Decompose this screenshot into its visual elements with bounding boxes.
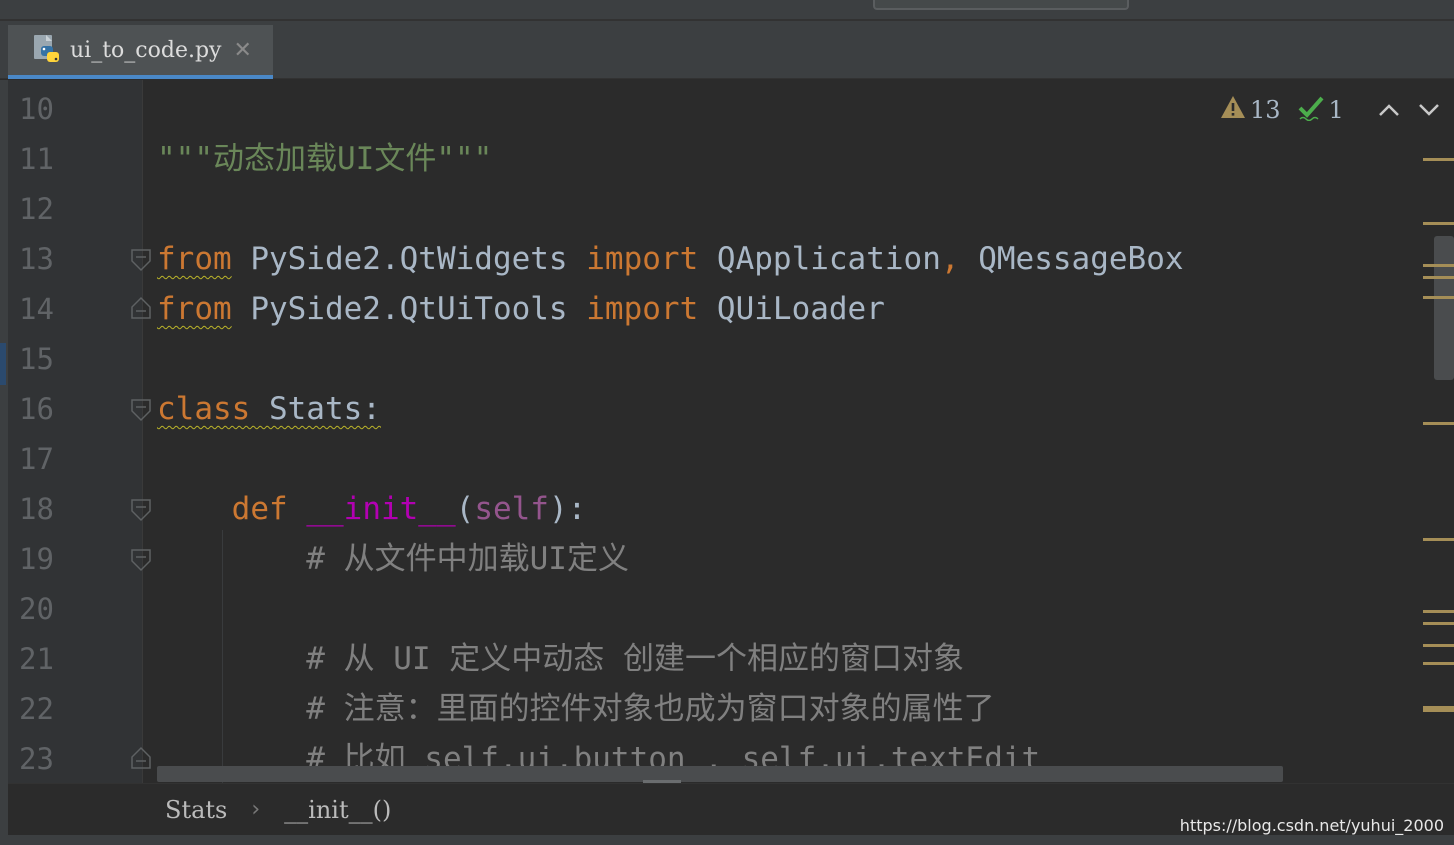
code-token: self [474, 491, 549, 527]
code-token: from [157, 241, 232, 277]
warning-count: 13 [1250, 96, 1281, 124]
line-number: 20 [19, 592, 54, 626]
warning-stripe[interactable] [1423, 422, 1454, 425]
code-line[interactable]: from PySide2.QtUiTools import QUiLoader [157, 284, 885, 334]
code-token: QUiLoader [698, 291, 885, 327]
code-token: import [586, 241, 699, 277]
breadcrumb-item-class[interactable]: Stats [165, 796, 227, 824]
title-strip [0, 0, 1454, 20]
code-token: __init__ [306, 491, 456, 527]
code-line[interactable]: def __init__(self): [157, 484, 587, 534]
inspection-widget[interactable]: 13 1 [1220, 94, 1440, 126]
warning-stripe[interactable] [1423, 296, 1454, 299]
code-line[interactable]: class Stats: [157, 384, 381, 434]
code-token: PySide2.QtUiTools [231, 291, 587, 327]
tab-ui-to-code[interactable]: ui_to_code.py ✕ [8, 25, 273, 79]
warning-stripe[interactable] [1423, 158, 1454, 161]
status-strip [0, 835, 1454, 845]
fold-start-icon[interactable] [130, 498, 152, 522]
code-token: # 注意：里面的控件对象也成为窗口对象的属性了 [157, 691, 995, 727]
chevron-down-icon[interactable] [1418, 96, 1440, 124]
warning-stripe[interactable] [1423, 622, 1454, 625]
left-tool-strip [0, 80, 8, 845]
code-line[interactable]: # 从 UI 定义中动态 创建一个相应的窗口对象 [157, 634, 964, 684]
code-token: Stats: [268, 391, 381, 427]
search-everywhere-field[interactable] [873, 0, 1129, 10]
editor-tab-bar: ui_to_code.py ✕ [0, 21, 1454, 79]
line-number: 21 [19, 642, 54, 676]
code-token: # 从文件中加载UI定义 [157, 541, 629, 577]
warning-stripe[interactable] [1423, 222, 1454, 225]
line-number: 14 [19, 292, 54, 326]
watermark-url: https://blog.csdn.net/yuhui_2000 [1179, 816, 1444, 835]
warning-stripe[interactable] [1423, 538, 1454, 541]
python-file-icon [32, 34, 64, 66]
code-token: """动态加载UI文件""" [157, 141, 493, 177]
code-token: QApplication [698, 241, 941, 277]
horizontal-scrollbar[interactable] [157, 766, 1283, 782]
code-line[interactable]: from PySide2.QtWidgets import QApplicati… [157, 234, 1184, 284]
warning-stripe[interactable] [1423, 644, 1454, 647]
line-number: 11 [19, 142, 54, 176]
vertical-scrollbar-thumb[interactable] [1434, 236, 1454, 380]
line-number: 12 [19, 192, 54, 226]
code-token: # 从 UI 定义中动态 创建一个相应的窗口对象 [157, 641, 964, 677]
breadcrumb-separator: › [251, 797, 261, 822]
warning-stripe[interactable] [1423, 276, 1454, 279]
code-token: from [157, 291, 232, 327]
breadcrumb-item-method[interactable]: __init__() [284, 796, 391, 824]
code-line[interactable]: # 注意：里面的控件对象也成为窗口对象的属性了 [157, 684, 995, 734]
code-token: PySide2.QtWidgets [231, 241, 587, 277]
code-token: import [586, 291, 699, 327]
warning-stripe[interactable] [1423, 662, 1454, 665]
fold-start-icon[interactable] [130, 248, 152, 272]
gutter-separator [142, 80, 143, 783]
fold-start-icon[interactable] [130, 398, 152, 422]
line-number: 13 [19, 242, 54, 276]
line-number: 15 [19, 342, 54, 376]
close-icon[interactable]: ✕ [233, 38, 251, 63]
code-token: , [940, 241, 960, 277]
warning-triangle-icon [1220, 95, 1246, 125]
code-line[interactable]: # 从文件中加载UI定义 [157, 534, 629, 584]
warning-stripe[interactable] [1423, 610, 1454, 613]
code-token: ( [455, 491, 475, 527]
fold-end-icon[interactable] [130, 746, 152, 770]
code-editor[interactable]: 10 11 """动态加载UI文件""" 12 13 from PySide2.QtWid… [8, 80, 1454, 783]
chevron-up-icon[interactable] [1378, 96, 1400, 124]
tab-filename: ui_to_code.py [70, 37, 222, 63]
line-number: 10 [19, 92, 54, 126]
line-number: 16 [19, 392, 54, 426]
code-token: def [231, 491, 288, 527]
code-token: class [157, 391, 269, 427]
warning-stripe[interactable] [1423, 706, 1454, 712]
current-line-marker [0, 343, 6, 385]
indent-guide [222, 530, 223, 783]
check-icon [1297, 93, 1325, 127]
code-token: ): [548, 491, 587, 527]
line-number: 18 [19, 492, 54, 526]
line-number: 19 [19, 542, 54, 576]
fold-end-icon[interactable] [130, 296, 152, 320]
warning-stripe[interactable] [1423, 264, 1454, 267]
weak-warning-count: 1 [1328, 96, 1344, 124]
fold-start-icon[interactable] [130, 548, 152, 572]
code-line[interactable]: """动态加载UI文件""" [157, 134, 492, 184]
code-token: QMessageBox [959, 241, 1184, 277]
line-number: 17 [19, 442, 54, 476]
line-number: 22 [19, 692, 54, 726]
line-number: 23 [19, 742, 54, 776]
